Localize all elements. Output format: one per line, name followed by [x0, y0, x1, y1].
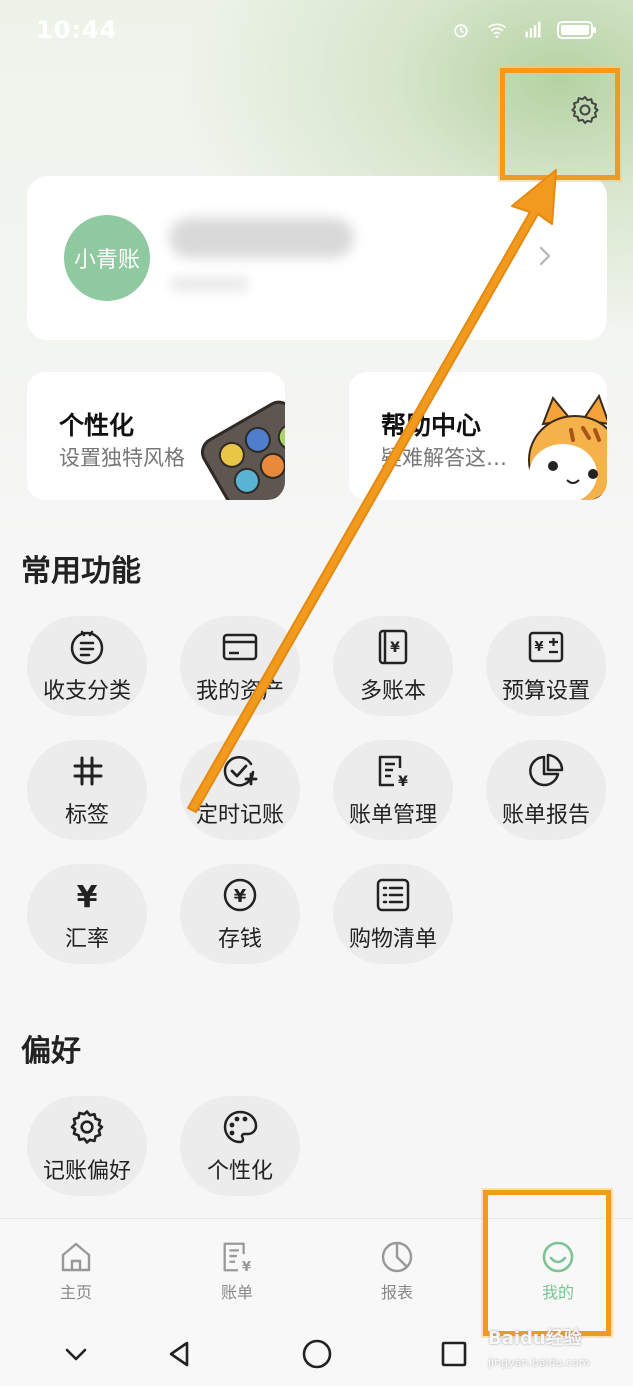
battery-icon	[557, 21, 596, 39]
nav-back-button[interactable]	[160, 1336, 200, 1372]
scheduled-check-icon	[220, 751, 260, 791]
common-functions-title: 常用功能	[21, 554, 141, 589]
tab-reports[interactable]: 报表	[317, 1219, 477, 1323]
help-center-card[interactable]: 帮助中心 疑难解答这…	[349, 372, 607, 500]
bill-report-label: 账单报告	[501, 803, 590, 828]
tab-home[interactable]: 主页	[0, 1219, 156, 1323]
svg-text:¥: ¥	[390, 640, 400, 656]
card-icon	[220, 627, 260, 667]
tab-reports-label: 报表	[380, 1283, 413, 1302]
hashtag-icon	[67, 751, 107, 791]
category-button[interactable]: 收支分类	[27, 616, 147, 716]
nav-recents-button[interactable]	[434, 1336, 474, 1372]
home-icon	[61, 1242, 91, 1272]
profile-name-blurred	[169, 218, 354, 258]
mine-tab-highlight-box	[483, 1190, 611, 1336]
recents-square-icon	[441, 1341, 467, 1367]
exchange-rate-button[interactable]: ¥ 汇率	[27, 864, 147, 964]
home-circle-icon	[302, 1339, 332, 1369]
watermark-brand: Baidu经验	[488, 1328, 582, 1349]
report-icon	[381, 1241, 413, 1273]
help-center-card-title: 帮助中心	[381, 411, 482, 440]
personalize-card-title: 个性化	[59, 411, 135, 440]
pie-report-icon	[526, 751, 566, 791]
help-center-card-subtitle: 疑难解答这…	[381, 446, 507, 470]
my-assets-label: 我的资产	[195, 679, 284, 704]
scheduled-entry-label: 定时记账	[195, 803, 284, 828]
bookkeeping-preference-label: 记账偏好	[42, 1159, 131, 1184]
svg-text:¥: ¥	[242, 1260, 252, 1275]
nav-collapse-button[interactable]	[56, 1336, 96, 1372]
personalize-button[interactable]: 个性化	[180, 1096, 300, 1196]
category-icon	[67, 627, 107, 667]
back-triangle-icon	[169, 1341, 189, 1367]
bill-report-button[interactable]: 账单报告	[486, 740, 606, 840]
bill-manage-icon: ¥	[373, 751, 413, 791]
yen-circle-icon: ¥	[220, 875, 260, 915]
tab-bills-label: 账单	[220, 1283, 253, 1302]
tab-bills[interactable]: ¥ 账单	[157, 1219, 317, 1323]
my-assets-button[interactable]: 我的资产	[180, 616, 300, 716]
bill-management-button[interactable]: ¥ 账单管理	[333, 740, 453, 840]
status-time: 10:44	[36, 16, 118, 44]
bill-management-label: 账单管理	[348, 803, 437, 828]
tags-label: 标签	[64, 803, 109, 828]
bookkeeping-preference-button[interactable]: 记账偏好	[27, 1096, 147, 1196]
multi-ledger-button[interactable]: ¥ 多账本	[333, 616, 453, 716]
status-bar: 10:44	[0, 0, 633, 60]
svg-text:¥: ¥	[398, 774, 408, 790]
svg-text:¥: ¥	[234, 886, 247, 907]
shopping-list-button[interactable]: 购物清单	[333, 864, 453, 964]
personalize-card-subtitle: 设置独特风格	[59, 446, 185, 470]
budget-settings-label: 预算设置	[501, 679, 590, 704]
profile-card[interactable]: 小青账	[27, 176, 607, 340]
palette-icon	[220, 1107, 260, 1147]
savings-button[interactable]: ¥ 存钱	[180, 864, 300, 964]
wifi-icon	[488, 23, 506, 38]
chevron-right-icon	[539, 246, 551, 266]
status-icons	[449, 20, 597, 40]
signal-icon	[525, 21, 541, 38]
alarm-icon	[454, 24, 468, 38]
cat-mascot-illustration	[528, 394, 607, 500]
profile-subtitle-blurred	[169, 276, 249, 292]
chevron-down-icon	[65, 1348, 87, 1361]
tab-home-label: 主页	[59, 1283, 92, 1302]
scheduled-entry-button[interactable]: 定时记账	[180, 740, 300, 840]
svg-text:¥: ¥	[77, 880, 98, 914]
savings-label: 存钱	[217, 927, 262, 952]
budget-icon: ¥	[526, 627, 566, 667]
ledger-icon: ¥	[373, 627, 413, 667]
avatar: 小青账	[64, 215, 150, 301]
nav-home-button[interactable]	[297, 1336, 337, 1372]
multi-ledger-label: 多账本	[359, 679, 426, 704]
exchange-rate-label: 汇率	[64, 927, 109, 952]
gear-icon	[67, 1107, 107, 1147]
tags-button[interactable]: 标签	[27, 740, 147, 840]
svg-text:¥: ¥	[534, 640, 543, 655]
preferences-title: 偏好	[21, 1034, 81, 1069]
avatar-text: 小青账	[73, 248, 140, 273]
personalize-card[interactable]: 个性化 设置独特风格	[27, 372, 285, 500]
settings-highlight-box	[500, 68, 620, 180]
budget-settings-button[interactable]: ¥ 预算设置	[486, 616, 606, 716]
yen-icon: ¥	[67, 875, 107, 915]
list-icon	[373, 875, 413, 915]
palette-illustration	[200, 400, 285, 500]
category-label: 收支分类	[42, 679, 131, 704]
watermark-url: jingyan.baidu.com	[488, 1356, 590, 1369]
shopping-list-label: 购物清单	[348, 927, 437, 952]
bill-icon: ¥	[223, 1242, 252, 1275]
personalize-label: 个性化	[206, 1159, 273, 1184]
